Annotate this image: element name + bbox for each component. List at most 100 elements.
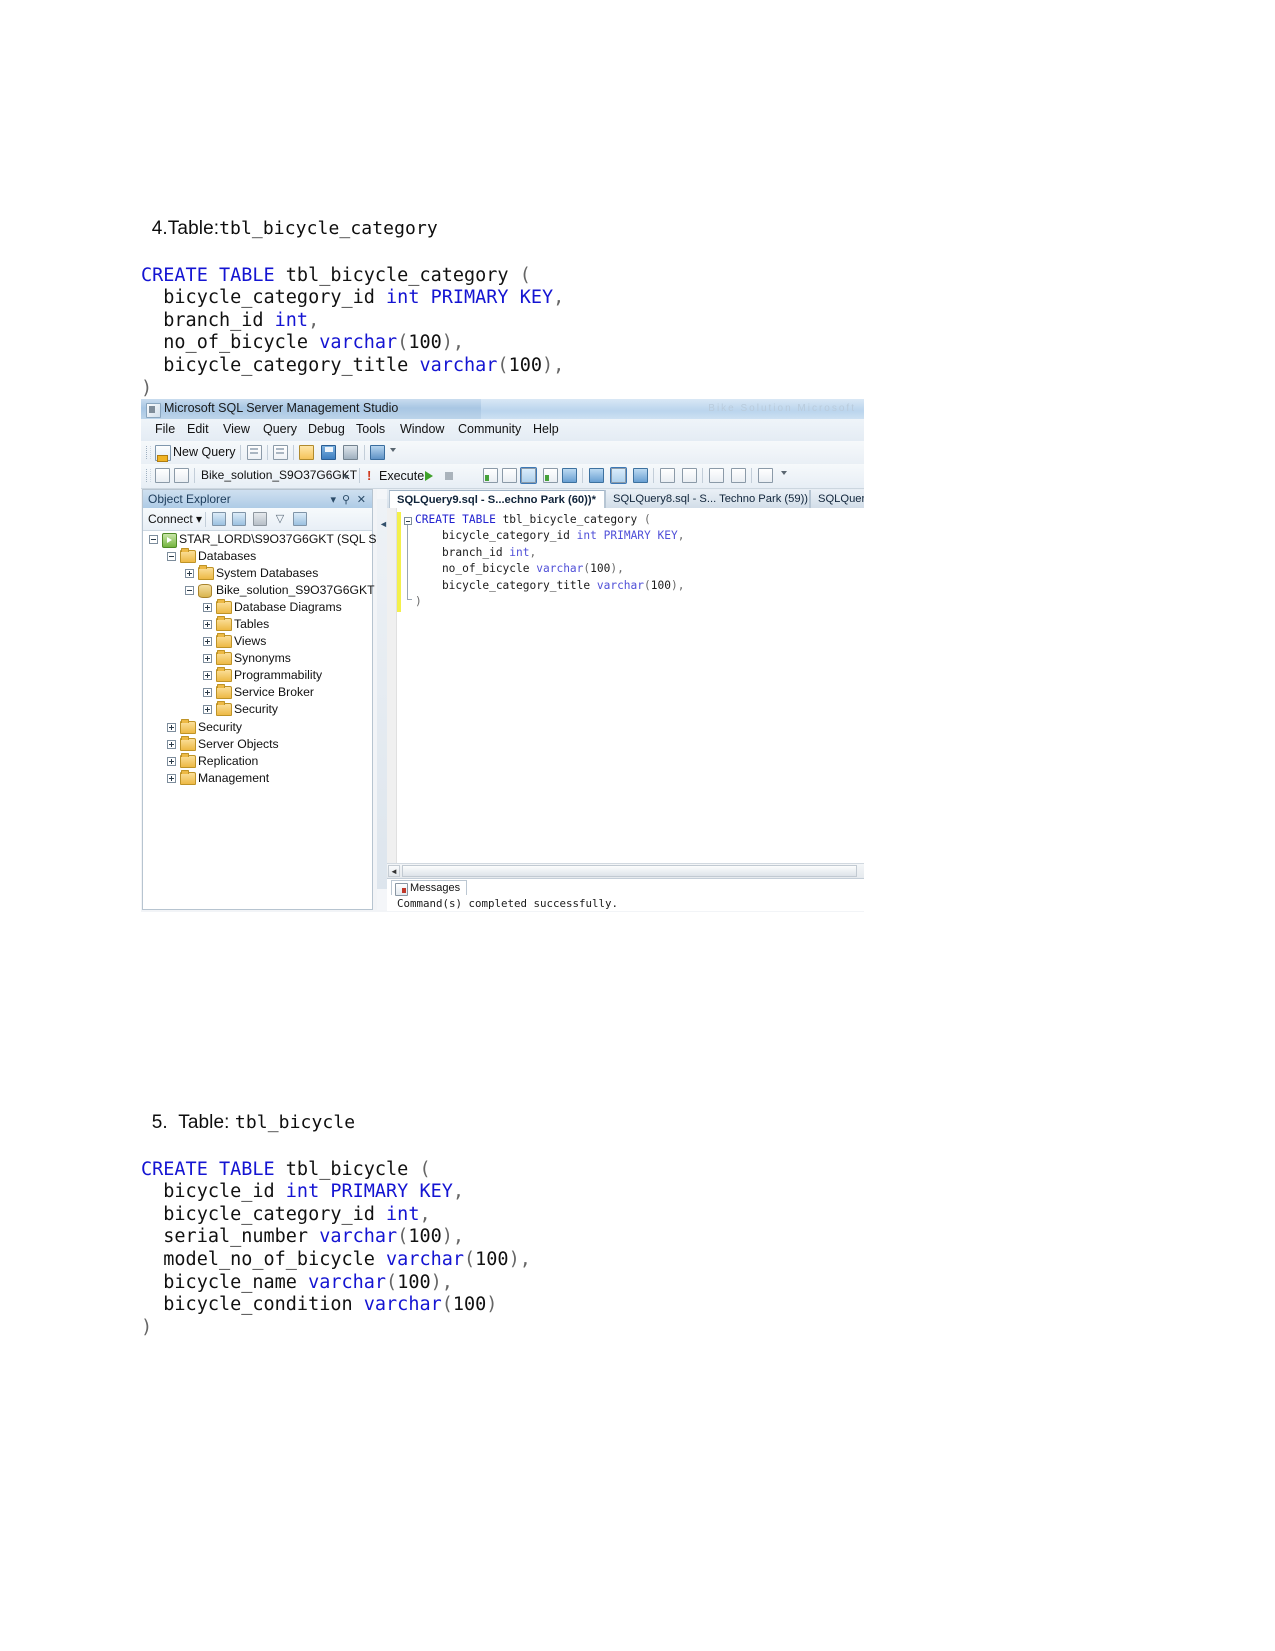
- expander-plus-icon[interactable]: [167, 757, 176, 766]
- panel-dropdown-icon[interactable]: ▾: [330, 493, 336, 506]
- scroll-left-icon[interactable]: ◄: [388, 865, 400, 877]
- expander-plus-icon[interactable]: [167, 723, 176, 732]
- expander-minus-icon[interactable]: [167, 552, 176, 561]
- sql-code-editor[interactable]: CREATE TABLE tbl_bicycle_category ( bicy…: [387, 508, 864, 863]
- menu-item-query[interactable]: Query: [263, 422, 297, 436]
- include-client-stats-icon[interactable]: [610, 467, 627, 484]
- expander-plus-icon[interactable]: [203, 603, 212, 612]
- folder-icon: [216, 684, 232, 699]
- menu-item-window[interactable]: Window: [400, 422, 444, 436]
- database-selector[interactable]: Bike_solution_S9O37G6GKT: [201, 468, 357, 484]
- scrollbar-thumb[interactable]: [402, 865, 857, 877]
- tab-sqlquery9[interactable]: SQLQuery9.sql - S...echno Park (60))*: [389, 490, 605, 508]
- server-icon: [162, 533, 177, 548]
- chevron-down-icon: ▾: [192, 512, 203, 526]
- toolbar-separator: [653, 468, 654, 483]
- stop-icon[interactable]: [445, 472, 453, 480]
- run-icon[interactable]: [425, 471, 433, 481]
- expander-plus-icon[interactable]: [167, 740, 176, 749]
- connect-server-icon[interactable]: [212, 512, 226, 526]
- expander-minus-icon[interactable]: [185, 586, 194, 595]
- menu-item-help[interactable]: Help: [533, 422, 559, 436]
- expander-plus-icon[interactable]: [203, 637, 212, 646]
- expander-plus-icon[interactable]: [203, 654, 212, 663]
- editor-tabstrip: SQLQuery9.sql - S...echno Park (60))* SQ…: [387, 489, 864, 509]
- tree-node-label: Service Broker: [234, 685, 314, 699]
- expander-plus-icon[interactable]: [203, 705, 212, 714]
- expander-plus-icon[interactable]: [185, 569, 194, 578]
- stop-icon[interactable]: [253, 512, 267, 526]
- folder-icon: [216, 667, 232, 682]
- execute-button[interactable]: Execute: [379, 469, 424, 483]
- window-title-bar: Microsoft SQL Server Management Studio B…: [141, 399, 864, 420]
- toolbar-separator: [267, 445, 268, 460]
- disconnect-server-icon[interactable]: [232, 512, 246, 526]
- include-actual-plan-icon[interactable]: [520, 467, 537, 484]
- new-analysis-query-icon[interactable]: [273, 445, 288, 460]
- toolbar-grip[interactable]: [146, 446, 151, 459]
- refresh-icon[interactable]: [293, 512, 307, 526]
- expander-plus-icon[interactable]: [203, 671, 212, 680]
- editor-horizontal-scrollbar[interactable]: ◄: [387, 863, 864, 878]
- code-fold-icon[interactable]: [404, 517, 412, 525]
- code-fold-line: [407, 525, 412, 600]
- expander-plus-icon[interactable]: [203, 688, 212, 697]
- toolbar-overflow-icon[interactable]: [390, 448, 396, 452]
- comment-block-icon[interactable]: [633, 468, 648, 483]
- editor-gutter: [387, 508, 397, 863]
- tree-node-label: Management: [198, 771, 270, 785]
- open-file-icon[interactable]: [299, 445, 314, 460]
- tree-node-label: STAR_LORD\S9O37G6GKT (SQL Serv: [179, 532, 394, 546]
- folder-icon: [198, 565, 214, 580]
- sort-az-icon[interactable]: [758, 468, 773, 483]
- toolbar-standard: New Query: [141, 441, 864, 465]
- expander-plus-icon[interactable]: [203, 620, 212, 629]
- tab-sqlquery-more[interactable]: SQLQuery: [810, 490, 864, 508]
- activity-monitor-icon[interactable]: [370, 445, 385, 460]
- section5-heading-table: tbl_bicycle: [234, 1112, 356, 1133]
- save-icon[interactable]: [321, 445, 336, 460]
- increase-indent-icon[interactable]: [709, 468, 724, 483]
- menu-item-community[interactable]: Community: [458, 422, 521, 436]
- toolbar-overflow-icon[interactable]: [781, 471, 787, 475]
- folder-icon: [180, 548, 196, 563]
- results-to-file-icon[interactable]: [589, 468, 604, 483]
- toolbar-separator: [364, 445, 365, 460]
- decrease-indent-icon[interactable]: [731, 468, 746, 483]
- uncomment-lines-icon[interactable]: [682, 468, 697, 483]
- expander-minus-icon[interactable]: [149, 535, 158, 544]
- results-to-text-icon[interactable]: [543, 468, 558, 483]
- menu-item-edit[interactable]: Edit: [187, 422, 209, 436]
- filter-icon[interactable]: ▽: [273, 512, 287, 526]
- tab-sqlquery8[interactable]: SQLQuery8.sql - S... Techno Park (59)): [605, 490, 810, 508]
- display-estimated-plan-icon[interactable]: [483, 468, 498, 483]
- menu-item-tools[interactable]: Tools: [356, 422, 385, 436]
- tree-node-label: Security: [234, 702, 279, 716]
- close-icon[interactable]: ✕: [357, 493, 366, 506]
- toolbar-grip[interactable]: [146, 469, 151, 482]
- menu-item-debug[interactable]: Debug: [308, 422, 345, 436]
- object-explorer-title: Object Explorer: [148, 492, 231, 506]
- query-options-icon[interactable]: [502, 468, 517, 483]
- pin-icon[interactable]: ⚲: [342, 493, 350, 506]
- menu-item-file[interactable]: File: [155, 422, 175, 436]
- expander-plus-icon[interactable]: [167, 774, 176, 783]
- toolbar-separator: [194, 468, 195, 483]
- menu-bar: File Edit View Query Debug Tools Window …: [141, 419, 864, 442]
- database-selector-value: Bike_solution_S9O37G6GKT: [201, 468, 358, 482]
- results-to-grid-icon[interactable]: [562, 468, 577, 483]
- new-query-doc-icon[interactable]: [247, 445, 262, 460]
- section4-sql-block: CREATE TABLE tbl_bicycle_category ( bicy…: [141, 264, 565, 399]
- connect-db-icon[interactable]: [155, 468, 170, 483]
- disconnect-db-icon[interactable]: [174, 468, 189, 483]
- connect-button[interactable]: Connect ▾: [148, 512, 202, 526]
- menu-item-view[interactable]: View: [223, 422, 250, 436]
- toolbar-separator: [205, 512, 206, 527]
- section5-sql-block: CREATE TABLE tbl_bicycle ( bicycle_id in…: [141, 1158, 531, 1338]
- print-icon[interactable]: [343, 445, 358, 460]
- comment-lines-icon[interactable]: [660, 468, 675, 483]
- tree-node-label: Tables: [234, 617, 270, 631]
- chevron-down-icon: [343, 475, 349, 479]
- new-query-button[interactable]: New Query: [173, 445, 236, 459]
- tab-messages[interactable]: Messages: [391, 880, 468, 896]
